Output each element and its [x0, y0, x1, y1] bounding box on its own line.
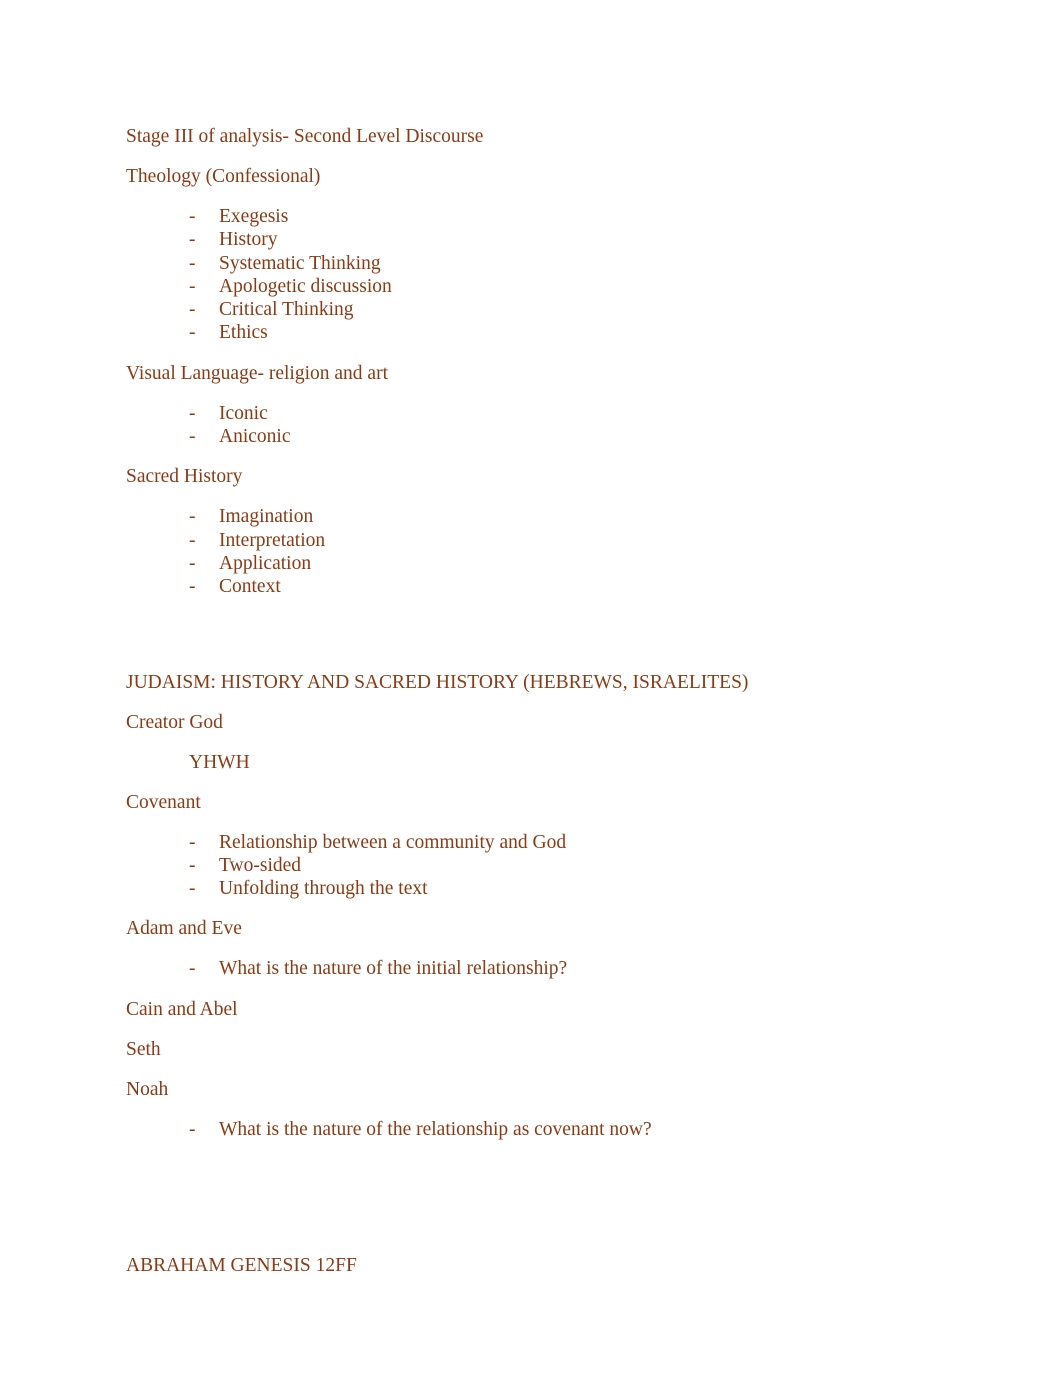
list-item: - Apologetic discussion: [126, 275, 936, 298]
bullet-list: - Exegesis - History - Systematic Thinking - Ap…: [126, 205, 936, 345]
list-item: - Exegesis: [126, 205, 936, 228]
list-item-label: Application: [219, 552, 312, 574]
document-body: Stage III of analysis- Second Level Disc…: [126, 125, 936, 1277]
paragraph: Creator God: [126, 711, 223, 733]
paragraph: Adam and Eve: [126, 918, 242, 940]
list-item-label: Imagination: [219, 506, 314, 528]
list-item: - Context: [126, 575, 936, 598]
list-item-label: Exegesis: [219, 206, 289, 227]
dash-bullet-icon: -: [189, 275, 196, 297]
list-item: - Interpretation: [126, 529, 936, 552]
list-item: - What is the nature of the relationship …: [126, 1118, 936, 1141]
list-item-label: Two-sided: [219, 854, 302, 876]
dash-bullet-icon: -: [189, 878, 196, 900]
dash-bullet-icon: -: [189, 854, 196, 876]
list-item: - Systematic Thinking: [126, 252, 936, 275]
bullet-list: - Imagination - Interpretation - Application -…: [126, 505, 936, 598]
list-item-label: Systematic Thinking: [219, 252, 381, 274]
dash-bullet-icon: -: [189, 576, 196, 598]
paragraph: Seth: [126, 1038, 161, 1060]
vertical-spacer: [126, 1158, 936, 1254]
paragraph: Noah: [126, 1078, 169, 1100]
dash-bullet-icon: -: [189, 229, 196, 251]
list-item-label: Relationship between a community and God: [219, 831, 567, 853]
dash-bullet-icon: -: [189, 552, 196, 574]
paragraph: Visual Language- religion and art: [126, 362, 388, 384]
list-item: - Application: [126, 552, 936, 575]
dash-bullet-icon: -: [189, 831, 196, 853]
document-page: Stage III of analysis- Second Level Disc…: [0, 0, 1062, 1376]
list-item: - Iconic: [126, 402, 936, 425]
bullet-list: - What is the nature of the relationship …: [126, 1118, 936, 1141]
list-item-label: History: [219, 229, 278, 251]
paragraph: Cain and Abel: [126, 998, 238, 1020]
bullet-list: - What is the nature of the initial relat…: [126, 957, 936, 980]
paragraph: JUDAISM: HISTORY AND SACRED HISTORY (HEB…: [126, 671, 749, 693]
list-item: - What is the nature of the initial relat…: [126, 957, 936, 980]
dash-bullet-icon: -: [189, 322, 196, 344]
bullet-list: - Iconic - Aniconic: [126, 402, 936, 449]
dash-bullet-icon: -: [189, 1118, 196, 1140]
paragraph: Covenant: [126, 791, 201, 813]
list-item-label: Iconic: [219, 402, 268, 424]
list-item: - Imagination: [126, 505, 936, 528]
vertical-spacer: [126, 616, 936, 671]
list-item-label: Context: [219, 576, 281, 598]
paragraph: Sacred History: [126, 466, 243, 488]
dash-bullet-icon: -: [189, 252, 196, 274]
paragraph: Theology (Confessional): [126, 166, 321, 187]
list-item-label: Ethics: [219, 322, 268, 344]
dash-bullet-icon: -: [189, 299, 196, 321]
list-item: - Ethics: [126, 321, 936, 344]
dash-bullet-icon: -: [189, 402, 196, 424]
bullet-list: - Relationship between a community and Go…: [126, 831, 936, 901]
paragraph: ABRAHAM GENESIS 12FF: [126, 1255, 357, 1277]
list-item-label: Apologetic discussion: [219, 275, 392, 297]
dash-bullet-icon: -: [189, 506, 196, 528]
list-item: - Two-sided: [126, 854, 936, 877]
dash-bullet-icon: -: [189, 529, 196, 551]
dash-bullet-icon: -: [189, 206, 196, 227]
list-item: - Relationship between a community and Go…: [126, 831, 936, 854]
list-item-label: Unfolding through the text: [219, 878, 428, 900]
paragraph: Stage III of analysis- Second Level Disc…: [126, 126, 484, 147]
list-item-label: Interpretation: [219, 529, 326, 551]
list-item-label: What is the nature of the initial relati…: [219, 958, 568, 980]
list-item: - Aniconic: [126, 425, 936, 448]
list-item: - Critical Thinking: [126, 298, 936, 321]
indented-paragraph: YHWH: [189, 751, 250, 773]
list-item: - History: [126, 228, 936, 251]
list-item-label: Critical Thinking: [219, 299, 354, 321]
dash-bullet-icon: -: [189, 958, 196, 980]
list-item-label: What is the nature of the relationship a…: [219, 1118, 652, 1140]
list-item: - Unfolding through the text: [126, 877, 936, 900]
dash-bullet-icon: -: [189, 426, 196, 448]
list-item-label: Aniconic: [219, 426, 291, 448]
